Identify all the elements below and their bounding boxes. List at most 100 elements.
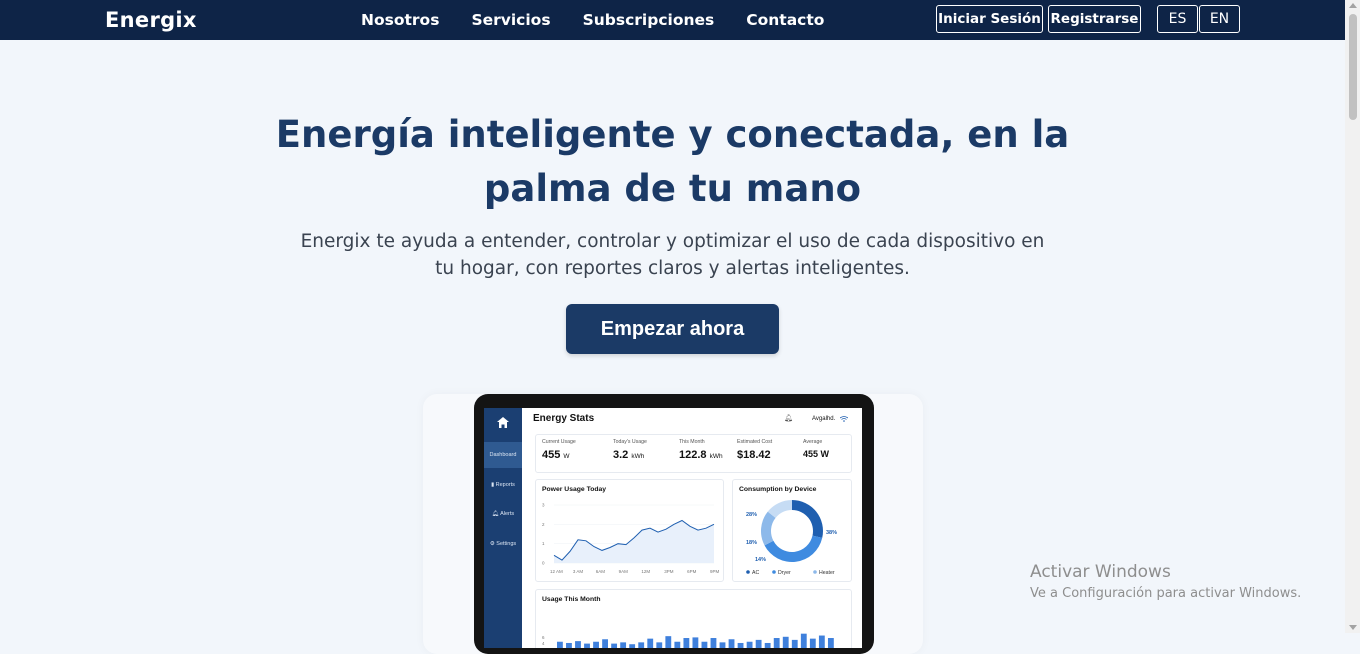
mock-usage-month-panel: Usage This Month 246 bbox=[535, 589, 852, 648]
y-tick-label: 0 bbox=[542, 561, 545, 566]
donut-label: 14% bbox=[755, 557, 766, 563]
nav-links: Nosotros Servicios Subscripciones Contac… bbox=[361, 11, 824, 29]
month-bar bbox=[782, 636, 789, 648]
windows-activation-watermark: Activar Windows Ve a Configuración para … bbox=[1030, 562, 1301, 601]
nav-link-nosotros[interactable]: Nosotros bbox=[361, 11, 439, 29]
month-bar bbox=[728, 639, 735, 648]
month-bar bbox=[764, 642, 771, 648]
stat-unit: W bbox=[563, 453, 570, 460]
mock-consumption-panel: Consumption by Device 28% 38% 18% 14% AC Drye… bbox=[732, 479, 852, 582]
x-tick-label: 6PM bbox=[687, 569, 697, 574]
month-bar bbox=[719, 642, 726, 648]
month-bar bbox=[773, 638, 780, 648]
month-bar bbox=[575, 641, 581, 648]
month-bar bbox=[746, 641, 753, 648]
month-bar bbox=[638, 642, 645, 648]
month-bar bbox=[647, 638, 654, 648]
x-tick-label: 12 AM bbox=[550, 569, 563, 574]
month-bar bbox=[584, 643, 590, 648]
mock-sidebar-item-reports: ▮ Reports bbox=[484, 482, 522, 488]
mock-sidebar-item-settings: ⚙ Settings bbox=[484, 541, 522, 547]
usage-month-bar-chart: 246 bbox=[542, 633, 834, 648]
stat-number: 122.8 bbox=[679, 449, 707, 461]
dashboard-screenshot: Dashboard ▮ Reports 🔔︎ Alerts ⚙ Settings… bbox=[484, 408, 862, 648]
stat-number: 3.2 bbox=[613, 449, 629, 461]
month-bar bbox=[602, 639, 608, 648]
scroll-up-icon[interactable] bbox=[1349, 3, 1357, 8]
stat-value: 455 W bbox=[803, 449, 830, 459]
month-bar bbox=[755, 639, 762, 648]
month-bar bbox=[665, 636, 672, 648]
month-bar bbox=[611, 643, 618, 648]
donut-label: 18% bbox=[746, 540, 757, 546]
month-bar bbox=[557, 641, 563, 648]
donut-slice bbox=[792, 500, 823, 538]
stat-label: Current Usage bbox=[542, 439, 576, 445]
stat-number: 455 bbox=[542, 449, 561, 461]
mock-power-panel: Power Usage Today 0 1 2 3 12 AM 3 AM 6AM 9AM 12M… bbox=[535, 479, 724, 582]
x-tick-label: 12M bbox=[641, 569, 650, 574]
stat-value: $18.42 bbox=[737, 449, 772, 461]
mock-sidebar-label: Reports bbox=[495, 482, 515, 488]
scroll-thumb[interactable] bbox=[1349, 14, 1357, 120]
month-bar bbox=[566, 642, 572, 648]
mock-stat-current: Current Usage 455 W bbox=[542, 439, 576, 461]
stat-label: Average bbox=[803, 439, 823, 445]
register-button[interactable]: Registrarse bbox=[1048, 5, 1141, 33]
mock-sidebar-label: Alerts bbox=[500, 511, 515, 517]
power-area-fill bbox=[554, 520, 714, 563]
mock-stat-cost: Estimated Cost $18.42 bbox=[737, 439, 772, 461]
hero-title: Energía inteligente y conectada, en la p… bbox=[275, 113, 1070, 210]
month-bar bbox=[800, 633, 807, 648]
power-line-chart: 0 1 2 3 12 AM 3 AM 6AM 9AM 12M 3PM 6PM 9PM bbox=[542, 503, 720, 575]
bell-icon: 🔔︎ bbox=[784, 415, 793, 422]
mock-sidebar: Dashboard ▮ Reports 🔔︎ Alerts ⚙ Settings bbox=[484, 408, 522, 648]
consumption-donut-chart: 28% 38% 18% 14% AC Dryer Heater bbox=[746, 500, 837, 576]
stat-value: 455 W bbox=[542, 449, 576, 461]
watermark-subtitle: Ve a Configuración para activar Windows. bbox=[1030, 586, 1302, 601]
month-bar bbox=[710, 638, 717, 648]
nav-link-subscripciones[interactable]: Subscripciones bbox=[583, 11, 715, 29]
login-button[interactable]: Iniciar Sesión bbox=[936, 5, 1043, 33]
stat-value: 122.8 kWh bbox=[679, 449, 723, 461]
scroll-down-icon[interactable] bbox=[1349, 625, 1357, 630]
stat-unit: kWh bbox=[631, 453, 645, 460]
x-tick-label: 9PM bbox=[710, 569, 720, 574]
mock-sidebar-label: Settings bbox=[496, 541, 517, 547]
stat-unit: kWh bbox=[709, 453, 723, 460]
month-bar bbox=[593, 641, 599, 648]
mock-app-title: Energy Stats bbox=[533, 413, 595, 424]
brand-logo[interactable]: Energix bbox=[105, 8, 197, 32]
stat-number: $18.42 bbox=[737, 449, 771, 461]
stat-label: Estimated Cost bbox=[737, 439, 773, 445]
donut-label: 28% bbox=[746, 512, 757, 518]
month-bar bbox=[629, 644, 636, 648]
month-bar bbox=[809, 638, 816, 648]
mock-stats-row: Current Usage 455 W Today's Usage 3.2 kW… bbox=[535, 434, 852, 473]
month-bar bbox=[701, 641, 708, 648]
legend-dot bbox=[813, 570, 817, 574]
watermark-title: Activar Windows bbox=[1030, 562, 1171, 582]
x-tick-label: 9AM bbox=[619, 569, 629, 574]
mock-sidebar-item-dashboard: Dashboard bbox=[484, 442, 522, 468]
nav-link-contacto[interactable]: Contacto bbox=[746, 11, 824, 29]
donut-slice bbox=[761, 511, 776, 546]
home-icon bbox=[497, 417, 509, 428]
y-tick-label: 6 bbox=[542, 635, 545, 640]
lang-es-button[interactable]: ES bbox=[1157, 5, 1198, 33]
top-navbar: Energix Nosotros Servicios Subscripcione… bbox=[0, 0, 1345, 40]
month-bar bbox=[692, 637, 699, 648]
x-tick-label: 3PM bbox=[664, 569, 674, 574]
start-now-button[interactable]: Empezar ahora bbox=[566, 304, 779, 354]
page-scrollbar[interactable] bbox=[1345, 0, 1360, 633]
bell-icon: 🔔︎ bbox=[491, 511, 501, 517]
y-tick-label: 2 bbox=[542, 522, 545, 527]
nav-link-servicios[interactable]: Servicios bbox=[471, 11, 550, 29]
legend-dot bbox=[772, 570, 776, 574]
y-tick-label: 3 bbox=[542, 503, 545, 508]
month-bar bbox=[674, 641, 681, 648]
lang-en-button[interactable]: EN bbox=[1199, 5, 1240, 33]
donut-slice bbox=[764, 535, 823, 562]
month-bar bbox=[683, 638, 690, 648]
month-bar bbox=[827, 638, 834, 648]
